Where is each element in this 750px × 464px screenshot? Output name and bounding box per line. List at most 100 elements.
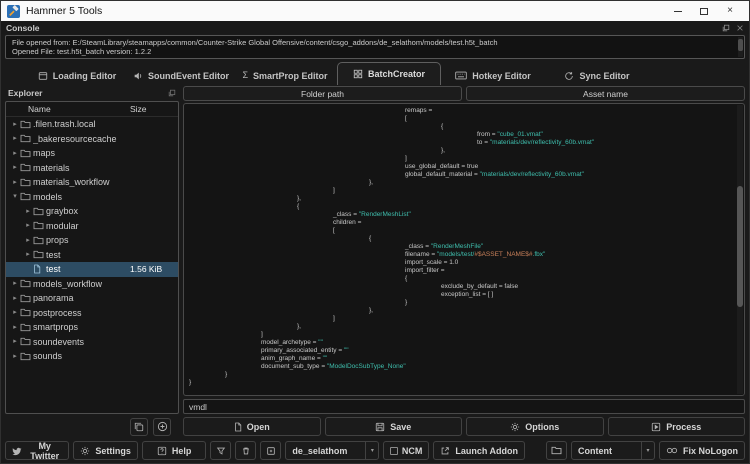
settings-button[interactable]: Settings [73, 441, 138, 460]
chevron-right-icon[interactable]: ▸ [10, 280, 20, 287]
tree-item-_bakeresourcecache[interactable]: ▸ _bakeresourcecache [6, 132, 178, 147]
console-output[interactable]: File opened from: E:/SteamLibrary/steama… [5, 35, 745, 59]
chevron-down-icon[interactable]: ▾ [10, 193, 20, 200]
open-label: Open [246, 421, 270, 432]
code-text: document_sub_type = [261, 363, 327, 370]
tree-item-materials[interactable]: ▸ materials [6, 161, 178, 176]
minimize-icon[interactable] [665, 1, 691, 21]
tree-item-materials_workflow[interactable]: ▸ materials_workflow [6, 175, 178, 190]
chevron-right-icon[interactable]: ▸ [10, 179, 20, 186]
checkbox-icon [390, 446, 398, 455]
tab-label: SoundEvent Editor [148, 70, 229, 81]
close-panel-icon[interactable] [736, 24, 744, 32]
tree-item-smartprops[interactable]: ▸ smartprops [6, 320, 178, 335]
tree-item-panorama[interactable]: ▸ panorama [6, 291, 178, 306]
tree-item-name: smartprops [33, 322, 79, 333]
my-twitter-button[interactable]: My Twitter [5, 441, 70, 461]
chevron-right-icon[interactable]: ▸ [10, 338, 20, 345]
chevron-right-icon[interactable]: ▸ [10, 135, 20, 142]
tree-item-maps[interactable]: ▸ maps [6, 146, 178, 161]
add-button[interactable] [153, 417, 171, 436]
code-text: import_scale = 1.0 [405, 259, 459, 266]
code-text: to = [477, 139, 490, 146]
tree-item-test[interactable]: test 1.56 KiB [6, 262, 178, 277]
tree-item-models[interactable]: ▾ models [6, 190, 178, 205]
chevron-right-icon[interactable]: ▸ [23, 251, 33, 258]
copy-icon [134, 422, 144, 432]
filter-addons-button[interactable] [210, 441, 232, 460]
chevron-right-icon[interactable]: ▸ [10, 353, 20, 360]
fix-nologon-button[interactable]: Fix NoLogon [659, 441, 745, 460]
window-controls: × [665, 1, 743, 21]
tab-hotkey-editor[interactable]: Hotkey Editor [441, 65, 545, 85]
editor-scrollbar[interactable] [737, 105, 743, 394]
addon-dropdown[interactable]: de_selathom ▾ [285, 441, 380, 460]
code-line: ] [184, 155, 734, 163]
float-panel-icon[interactable] [722, 24, 730, 32]
chevron-right-icon[interactable]: ▸ [10, 295, 20, 302]
content-dropdown[interactable]: Content ▾ [571, 441, 655, 460]
delete-addon-button[interactable] [235, 441, 257, 460]
code-line: } [184, 299, 734, 307]
code-text: use_global_default = true [405, 163, 479, 170]
code-line: } [184, 371, 734, 379]
chevron-down-icon: ▾ [641, 442, 654, 459]
open-button[interactable]: Open [183, 417, 321, 436]
tree-item-sounds[interactable]: ▸ sounds [6, 349, 178, 364]
code-line: use_global_default = true [184, 163, 734, 171]
tab-batchcreator[interactable]: BatchCreator [337, 62, 441, 85]
box-plus-icon [266, 446, 276, 456]
chevron-right-icon[interactable]: ▸ [23, 237, 33, 244]
console-scrollbar-thumb[interactable] [738, 39, 743, 51]
chevron-right-icon[interactable]: ▸ [23, 222, 33, 229]
column-header-size[interactable]: Size [130, 104, 178, 114]
process-button[interactable]: Process [607, 417, 745, 436]
code-line: }, [184, 179, 734, 187]
chevron-right-icon[interactable]: ▸ [10, 150, 20, 157]
close-icon[interactable]: × [717, 1, 743, 21]
code-text: children = [333, 219, 362, 226]
tree-item-.filen.trash.local[interactable]: ▸ .filen.trash.local [6, 117, 178, 132]
ncm-checkbox[interactable]: NCM [383, 441, 430, 460]
help-button[interactable]: Help [141, 441, 207, 460]
float-panel-icon[interactable] [168, 89, 176, 97]
column-header-name[interactable]: Name [28, 104, 130, 114]
tab-smartprop-editor[interactable]: Σ SmartProp Editor [233, 65, 337, 85]
tab-loading-editor[interactable]: Loading Editor [25, 65, 129, 85]
tree-item-test[interactable]: ▸ test [6, 248, 178, 263]
tree-item-name: models [33, 191, 63, 202]
launch-addon-button[interactable]: Launch Addon [433, 441, 525, 460]
chevron-right-icon[interactable]: ▸ [10, 121, 20, 128]
code-line: ] [184, 187, 734, 195]
code-line: global_default_material = "materials/dev… [184, 171, 734, 179]
folder-path-button[interactable]: Folder path [183, 86, 462, 101]
folder-icon [33, 207, 46, 216]
content-folder-button[interactable] [546, 441, 567, 460]
tab-sync-editor[interactable]: Sync Editor [545, 65, 649, 85]
console-scrollbar[interactable] [738, 37, 743, 57]
tree-item-name: soundevents [33, 336, 85, 347]
copy-button[interactable] [130, 417, 148, 436]
tab-soundevent-editor[interactable]: SoundEvent Editor [129, 65, 233, 85]
tree-item-graybox[interactable]: ▸ graybox [6, 204, 178, 219]
asset-name-button[interactable]: Asset name [466, 86, 745, 101]
tree-item-models_workflow[interactable]: ▸ models_workflow [6, 277, 178, 292]
code-editor[interactable]: remaps =[{from = "cube_01.vmat" to = "mat… [183, 103, 745, 396]
options-button[interactable]: Options [466, 417, 604, 436]
tree-item-modular[interactable]: ▸ modular [6, 219, 178, 234]
tree-item-postprocess[interactable]: ▸ postprocess [6, 306, 178, 321]
save-button[interactable]: Save [324, 417, 462, 436]
tree-item-soundevents[interactable]: ▸ soundevents [6, 335, 178, 350]
chevron-right-icon[interactable]: ▸ [23, 208, 33, 215]
maximize-icon[interactable] [691, 1, 717, 21]
chevron-right-icon[interactable]: ▸ [10, 324, 20, 331]
code-line: import_filter = [184, 267, 734, 275]
tree-item-props[interactable]: ▸ props [6, 233, 178, 248]
chevron-right-icon[interactable]: ▸ [10, 164, 20, 171]
console-dock-buttons [722, 24, 744, 32]
extension-input[interactable] [183, 399, 745, 414]
create-addon-button[interactable] [260, 441, 282, 460]
chevron-right-icon[interactable]: ▸ [10, 309, 20, 316]
editor-scrollbar-thumb[interactable] [737, 185, 743, 308]
code-text: _class = [405, 243, 431, 250]
